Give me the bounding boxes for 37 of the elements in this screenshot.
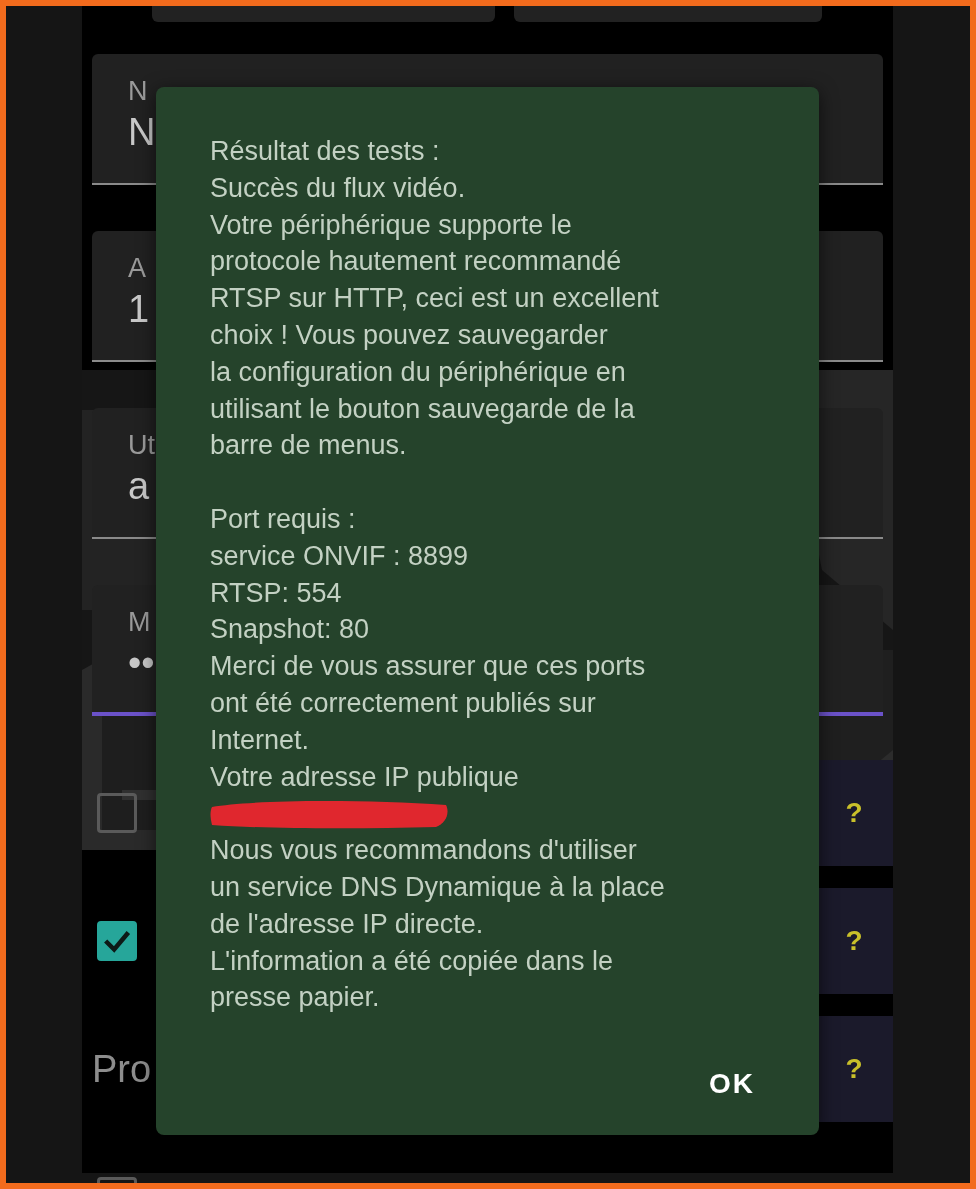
message-line: Port requis : [210,502,356,536]
field-label: A [128,253,146,284]
message-line: service ONVIF : 8899 [210,539,469,573]
message-line: Résultat des tests : [210,135,440,168]
field-value: a [128,465,150,508]
message-line: protocole hautement recommandé [210,245,622,279]
field-value: 1 [128,288,150,331]
message-line: un service DNS Dynamique à la place [210,870,665,904]
message-line: Succès du flux vidéo. [210,171,466,205]
help-button[interactable]: ? [839,923,869,959]
message-line: Snapshot: 80 [210,613,370,647]
ok-button[interactable]: OK [701,1060,763,1109]
message-line: L'information a été copiée dans le [210,944,613,978]
message-line: RTSP: 554 [210,576,342,610]
section-heading: Pro [92,1047,152,1091]
message-line: de l'adresse IP directe. [210,907,484,941]
checkbox[interactable] [97,921,137,961]
message-line: presse papier. [210,981,380,1015]
help-button[interactable]: ? [839,1051,869,1087]
message-line: Votre adresse IP publique [210,760,519,794]
field-label: N [128,76,148,107]
message-line: ont été correctement publiés sur [210,686,596,720]
field-value: N [128,111,156,154]
message-line: choix ! Vous pouvez sauvegarder [210,319,608,352]
message-line: RTSP sur HTTP, ceci est un excellent [210,282,659,316]
message-line: Votre périphérique supporte le [210,208,572,242]
field-value: •• [128,642,155,685]
message-line: Internet. [210,723,310,757]
message-line: la configuration du périphérique en [210,355,626,389]
help-button[interactable]: ? [839,795,869,831]
message-line: Merci de vous assurer que ces ports [210,650,646,684]
checkbox[interactable] [97,793,137,833]
message-line: barre de menus. [210,429,407,463]
message-line: utilisant le bouton sauvegarde de la [210,392,635,426]
message-line: Nous vous recommandons d'utiliser [210,834,637,868]
field-label: M [128,607,151,638]
field-label: Ut [128,430,155,461]
